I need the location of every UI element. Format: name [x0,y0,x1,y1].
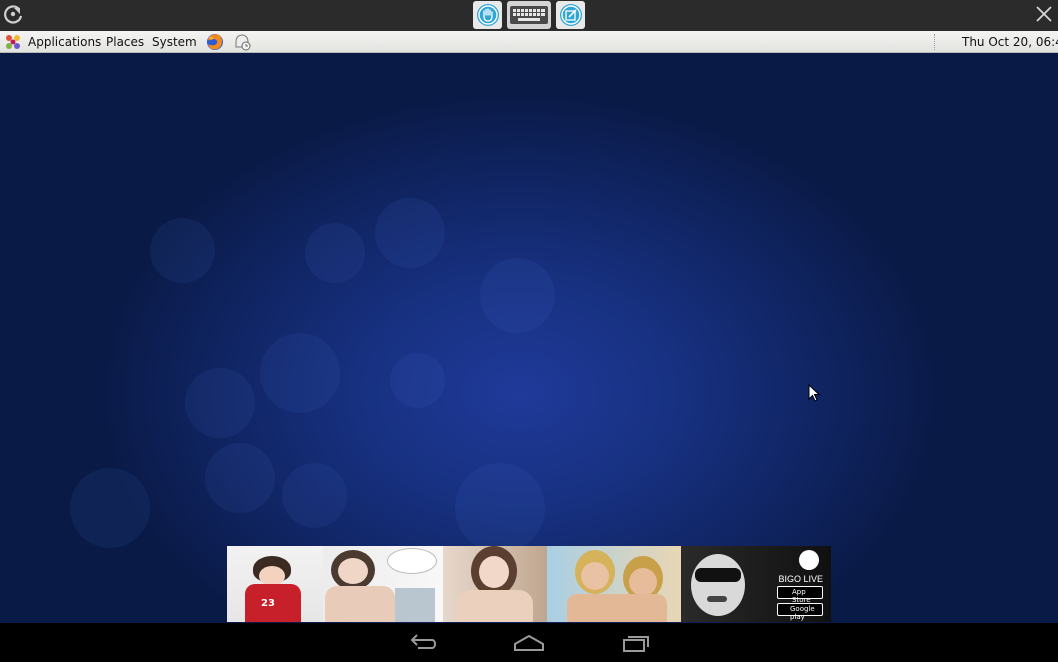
mouse-cursor-icon [808,384,821,402]
app-store-label: App Store [792,588,811,604]
keyboard-button[interactable] [507,1,551,29]
home-button[interactable] [509,631,549,655]
hand-tool-button[interactable] [473,1,502,29]
applications-icon [6,35,20,49]
viewer-toolbar [0,0,1058,31]
ad-bigo-live: BIGO LIVE App Store Google play [681,546,831,622]
desktop-background[interactable] [0,53,1058,623]
firefox-icon[interactable] [206,33,224,51]
mail-icon[interactable] [233,33,252,51]
viewer-tool-group [473,0,585,30]
panel-separator [934,34,936,50]
google-play-badge: Google play [777,603,823,621]
hand-tool-icon [476,4,499,26]
edit-icon [559,4,582,26]
edit-button[interactable] [556,1,585,29]
keyboard-icon [510,6,548,24]
top-panel: Applications Places System Thu Oct 20, 0… [0,31,1058,53]
back-button[interactable] [403,631,443,655]
ad-photo-4 [547,546,681,622]
app-store-badge: App Store [777,586,823,604]
ad-photo-2 [323,546,443,622]
close-icon[interactable] [1033,3,1055,25]
refresh-icon[interactable] [2,3,24,25]
ad-photo-3 [443,546,547,622]
ad-photo-1: 23 [227,546,323,622]
menu-system[interactable]: System [152,31,197,53]
menu-places[interactable]: Places [106,31,144,53]
home-icon [514,634,544,651]
recent-apps-icon [623,636,649,652]
back-icon [410,634,436,649]
recent-apps-button[interactable] [616,631,656,655]
panel-clock[interactable]: Thu Oct 20, 06:48 [962,31,1058,53]
android-nav-bar [0,623,1058,662]
bigo-live-label: BIGO LIVE [778,574,823,584]
google-play-label: Google play [790,605,815,621]
ad-banner[interactable]: 23 BIGO LIVE App Store Google play [227,546,831,622]
menu-applications[interactable]: Applications [28,31,101,53]
